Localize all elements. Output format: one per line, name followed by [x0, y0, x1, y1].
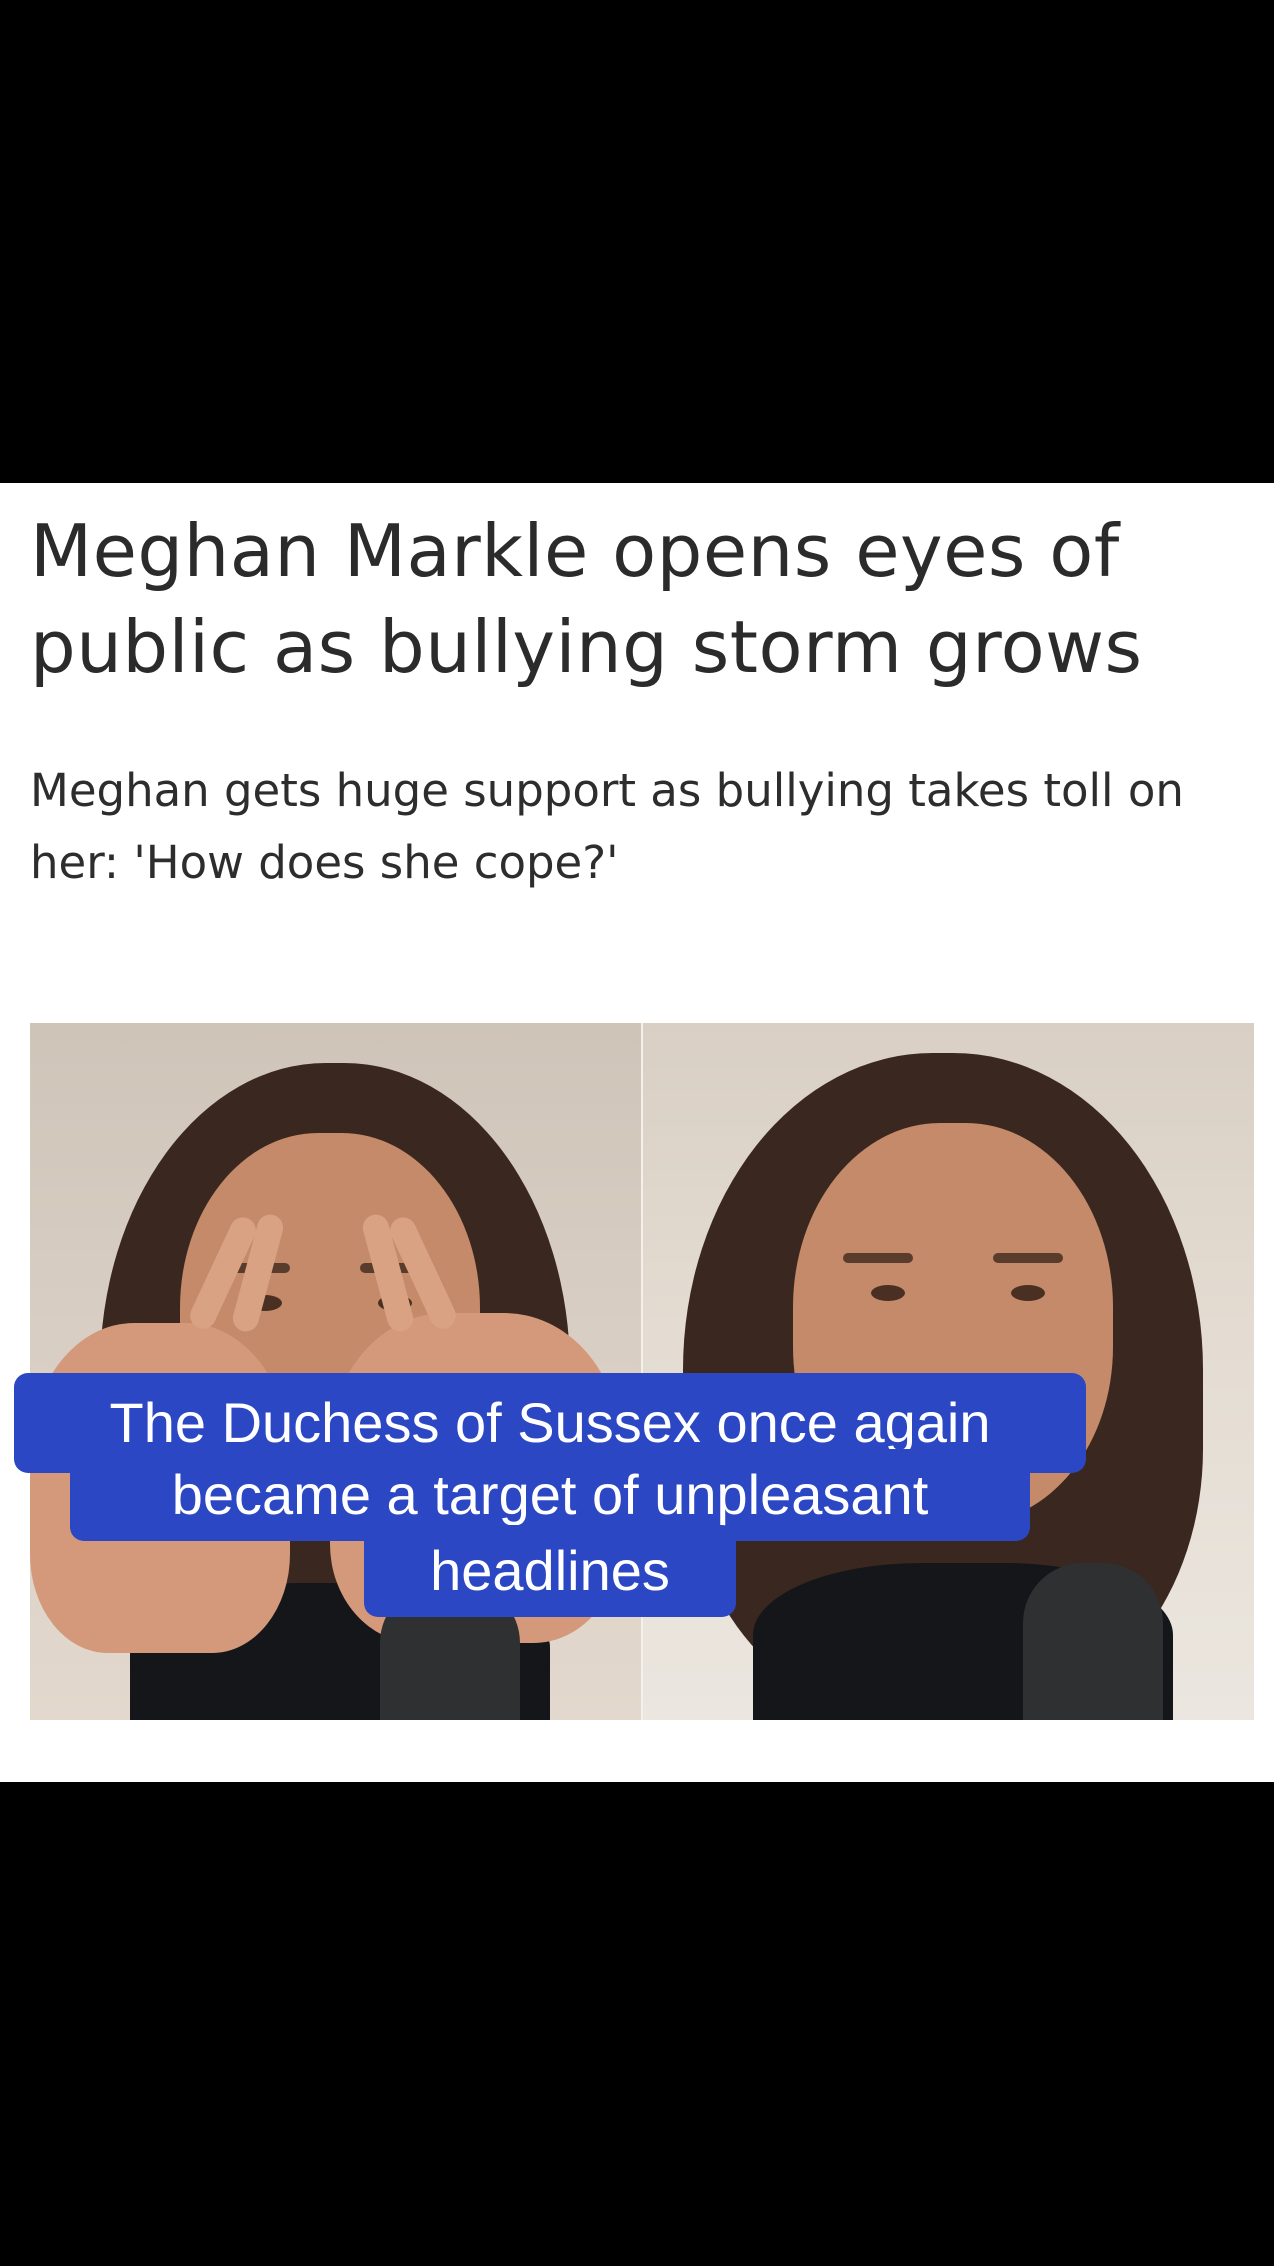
video-letterbox-bottom	[0, 1782, 1274, 2266]
article-headline: Meghan Markle opens eyes of public as bu…	[30, 509, 1143, 689]
caption-line: headlines	[364, 1525, 736, 1617]
eye-shape	[871, 1285, 905, 1301]
article-subheadline: Meghan gets huge support as bullying tak…	[30, 764, 1184, 889]
microphone-icon	[1023, 1563, 1163, 1720]
brow-shape	[993, 1253, 1063, 1263]
article-card[interactable]: Meghan Markle opens eyes of public as bu…	[0, 483, 1274, 1782]
video-letterbox-top	[0, 0, 1274, 483]
photo-panel-right	[643, 1023, 1254, 1720]
brow-shape	[843, 1253, 913, 1263]
eye-shape	[1011, 1285, 1045, 1301]
